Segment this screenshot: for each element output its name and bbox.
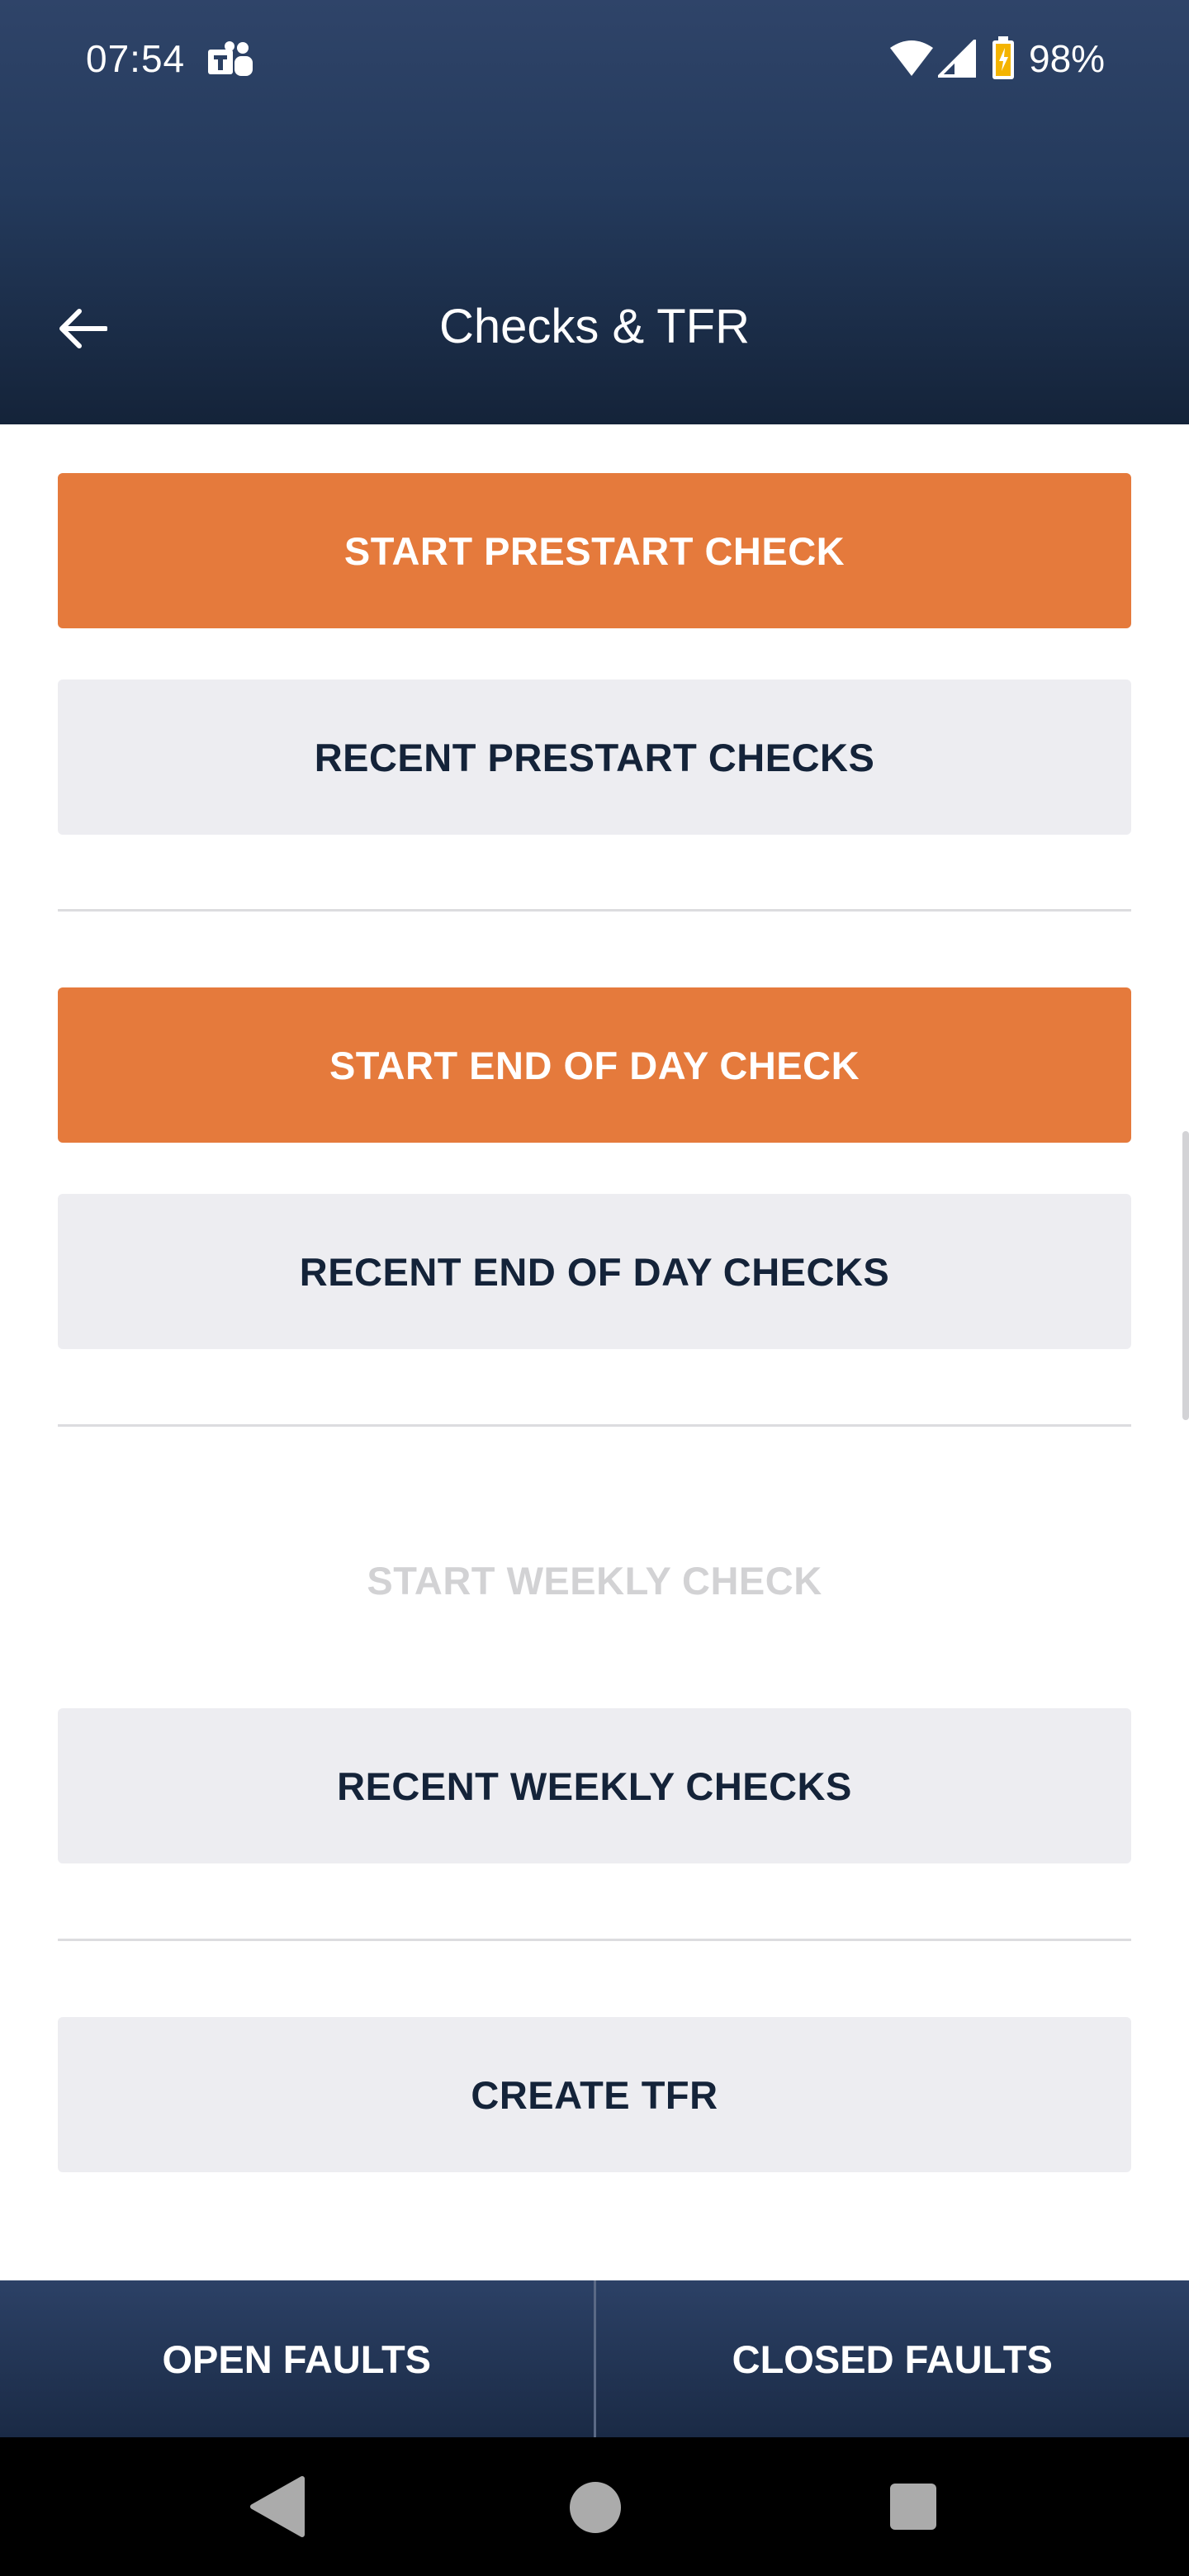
bottom-tabs: OPEN FAULTS CLOSED FAULTS [0,2280,1189,2437]
teams-icon [208,41,253,76]
tab-open-faults[interactable]: OPEN FAULTS [0,2280,594,2437]
battery-percentage: 98% [1029,37,1106,80]
recent-weekly-checks-button[interactable]: RECENT WEEKLY CHECKS [58,1708,1131,1863]
recent-prestart-checks-button[interactable]: RECENT PRESTART CHECKS [58,680,1131,835]
nav-home-icon[interactable] [570,2482,621,2533]
nav-recents-icon[interactable] [890,2484,936,2530]
nav-back-icon[interactable] [248,2475,306,2538]
scrollbar[interactable] [1182,1131,1189,1420]
app-header: 07:54 98% Checks & TFR [0,0,1189,424]
status-time: 07:54 [86,37,186,80]
wifi-icon [890,40,933,76]
start-weekly-check-button: START WEEKLY CHECK [367,1558,822,1603]
tab-closed-faults[interactable]: CLOSED FAULTS [596,2280,1189,2437]
create-tfr-button[interactable]: CREATE TFR [58,2017,1131,2172]
status-bar: 07:54 98% [0,0,1189,124]
section-divider [58,1424,1131,1427]
page-title: Checks & TFR [438,300,750,353]
battery-icon [992,36,1014,79]
recent-end-of-day-checks-button[interactable]: RECENT END OF DAY CHECKS [58,1194,1131,1349]
start-end-of-day-check-button[interactable]: START END OF DAY CHECK [58,987,1131,1143]
start-prestart-check-button[interactable]: START PRESTART CHECK [58,473,1131,628]
section-divider [58,1939,1131,1941]
signal-icon [938,40,976,78]
section-divider [58,909,1131,912]
